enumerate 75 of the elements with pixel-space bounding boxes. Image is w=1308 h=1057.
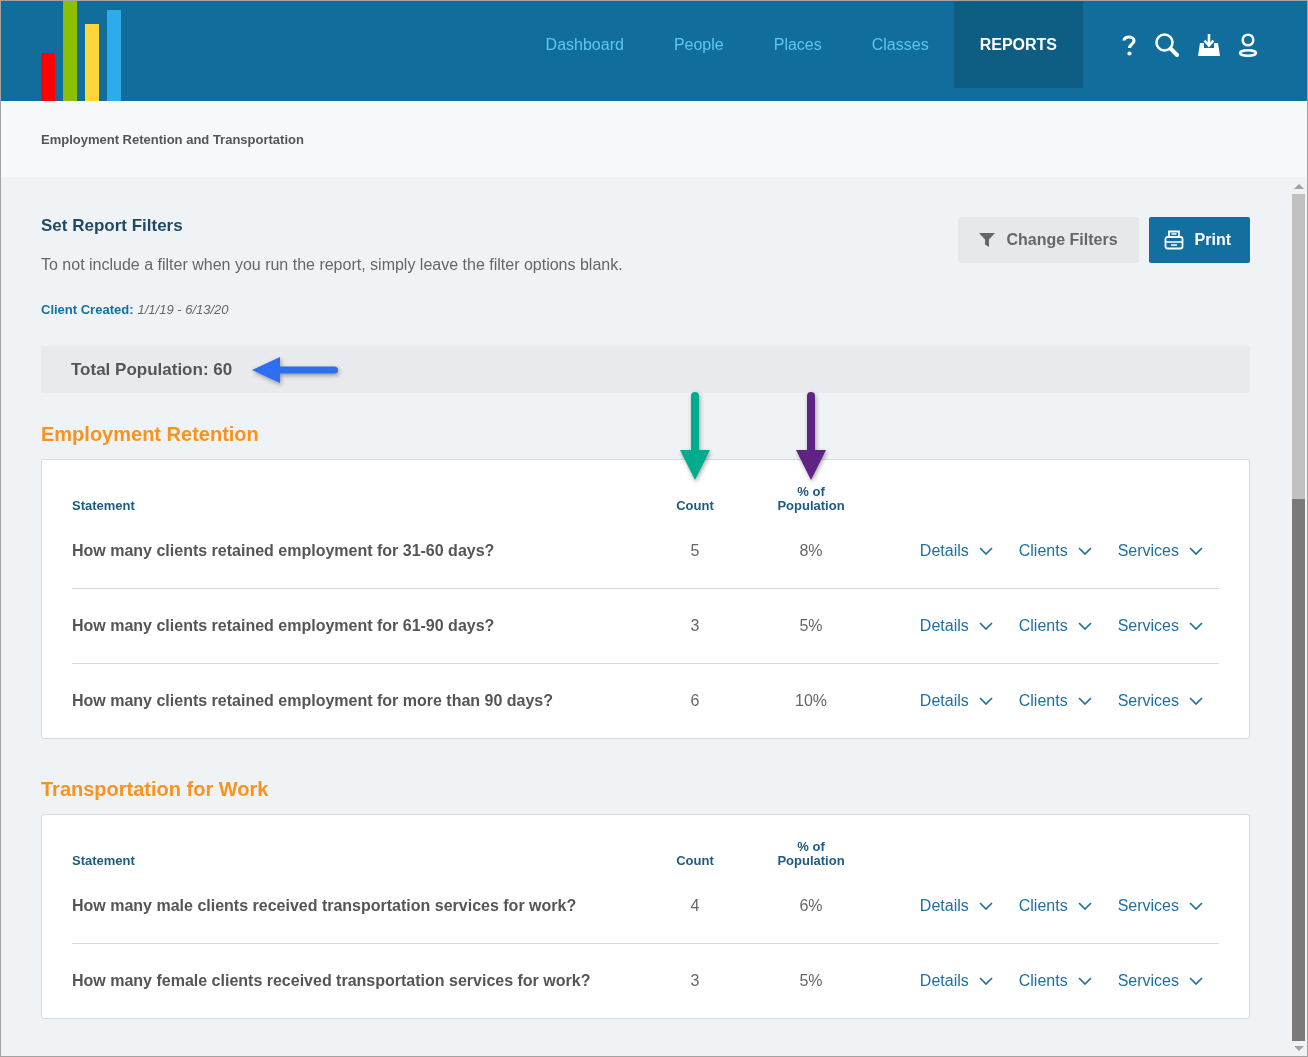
nav-tab[interactable]: Classes — [846, 1, 954, 88]
chevron-down-icon — [1077, 697, 1092, 705]
column-header: Statement — [72, 499, 136, 513]
filter-value: 1/1/19 - 6/13/20 — [137, 302, 229, 317]
percent-cell-text: 5% — [798, 972, 824, 990]
dropdown-link[interactable]: Details — [919, 617, 993, 635]
column-header: Count — [676, 854, 714, 868]
statement-cell-text: How many female clients received transportation services for work? — [72, 972, 592, 990]
help-icon[interactable] — [1121, 33, 1137, 57]
change-filters-button[interactable]: Change Filters — [958, 217, 1139, 263]
download-icon[interactable] — [1197, 33, 1221, 57]
count-cell-text: 3 — [689, 972, 701, 990]
column-header: Count — [676, 499, 714, 513]
chevron-down-icon — [1077, 546, 1092, 555]
dropdown-link[interactable]: Clients — [1018, 617, 1092, 635]
nav-tab[interactable]: REPORTS — [953, 1, 1083, 88]
filter-label: Client Created: — [41, 302, 134, 317]
nav-tab[interactable]: People — [648, 1, 749, 88]
dropdown-link[interactable]: Details — [919, 972, 993, 990]
chevron-down-icon — [978, 901, 993, 910]
total-population: Total Population: 60 — [71, 359, 233, 380]
user-icon[interactable] — [1238, 33, 1258, 57]
printer-icon — [1163, 230, 1184, 250]
dropdown-link[interactable]: Clients — [1018, 972, 1092, 990]
statement-cell-text: How many male clients received transportation services for work? — [72, 896, 578, 915]
section-title: Employment Retention — [41, 422, 260, 446]
section-title: Transportation for Work — [41, 777, 270, 801]
dropdown-link[interactable]: Services — [1117, 617, 1203, 635]
chevron-down-icon — [978, 697, 993, 705]
nav-tab[interactable]: Dashboard — [520, 1, 649, 88]
chevron-down-icon — [978, 546, 993, 555]
dropdown-link[interactable]: Details — [919, 896, 993, 915]
count-cell-text: 4 — [689, 896, 701, 915]
section-heading: Set Report Filters — [41, 216, 184, 236]
column-header: Statement — [72, 854, 136, 868]
percent-cell-text: 5% — [798, 617, 824, 635]
statement-cell-text: How many clients retained employment for 61-90 days? — [72, 617, 496, 635]
statement-cell-text: How many clients retained employment for 31-60 days? — [72, 541, 496, 560]
count-cell-text: 5 — [689, 541, 701, 560]
percent-cell-text: 10% — [794, 692, 828, 710]
dropdown-link[interactable]: Services — [1117, 972, 1203, 990]
page-title: Employment Retention and Transportation — [41, 131, 304, 147]
dropdown-link[interactable]: Clients — [1018, 896, 1092, 915]
print-button[interactable]: Print — [1148, 217, 1250, 263]
bar-chart-logo-icon[interactable] — [41, 1, 121, 101]
help-text: To not include a filter when you run the report, simply leave the filter options blank. — [41, 255, 623, 275]
percent-cell-text: 6% — [798, 896, 824, 915]
count-cell-text: 3 — [689, 617, 701, 635]
column-header: % of Population — [777, 840, 845, 868]
scrollbar-thumb[interactable] — [1292, 498, 1305, 1041]
scrollbar-track[interactable] — [1292, 194, 1305, 1041]
dropdown-link[interactable]: Services — [1117, 541, 1203, 560]
chevron-down-icon — [1189, 546, 1203, 555]
dropdown-link[interactable]: Clients — [1018, 692, 1092, 710]
chevron-down-icon — [978, 622, 993, 630]
dropdown-link[interactable]: Services — [1117, 692, 1203, 710]
dropdown-link[interactable]: Details — [919, 692, 993, 710]
percent-cell-text: 8% — [798, 541, 824, 560]
column-header: % of Population — [777, 485, 845, 513]
chevron-down-icon — [1077, 622, 1092, 630]
chevron-down-icon — [1189, 622, 1203, 630]
search-icon[interactable] — [1154, 32, 1180, 58]
dropdown-link[interactable]: Details — [919, 541, 993, 560]
chevron-down-icon — [1077, 901, 1092, 910]
dropdown-link[interactable]: Services — [1117, 896, 1203, 915]
filter-icon — [979, 233, 996, 247]
chevron-down-icon — [1189, 697, 1203, 705]
nav-tab[interactable]: Places — [748, 1, 847, 88]
dropdown-link[interactable]: Clients — [1018, 541, 1092, 560]
count-cell-text: 6 — [689, 692, 701, 710]
statement-cell-text: How many clients retained employment for more than 90 days? — [72, 692, 554, 710]
chevron-down-icon — [1189, 901, 1203, 910]
chevron-down-icon — [1189, 977, 1203, 985]
chevron-down-icon — [978, 977, 993, 985]
chevron-down-icon — [1077, 977, 1092, 985]
